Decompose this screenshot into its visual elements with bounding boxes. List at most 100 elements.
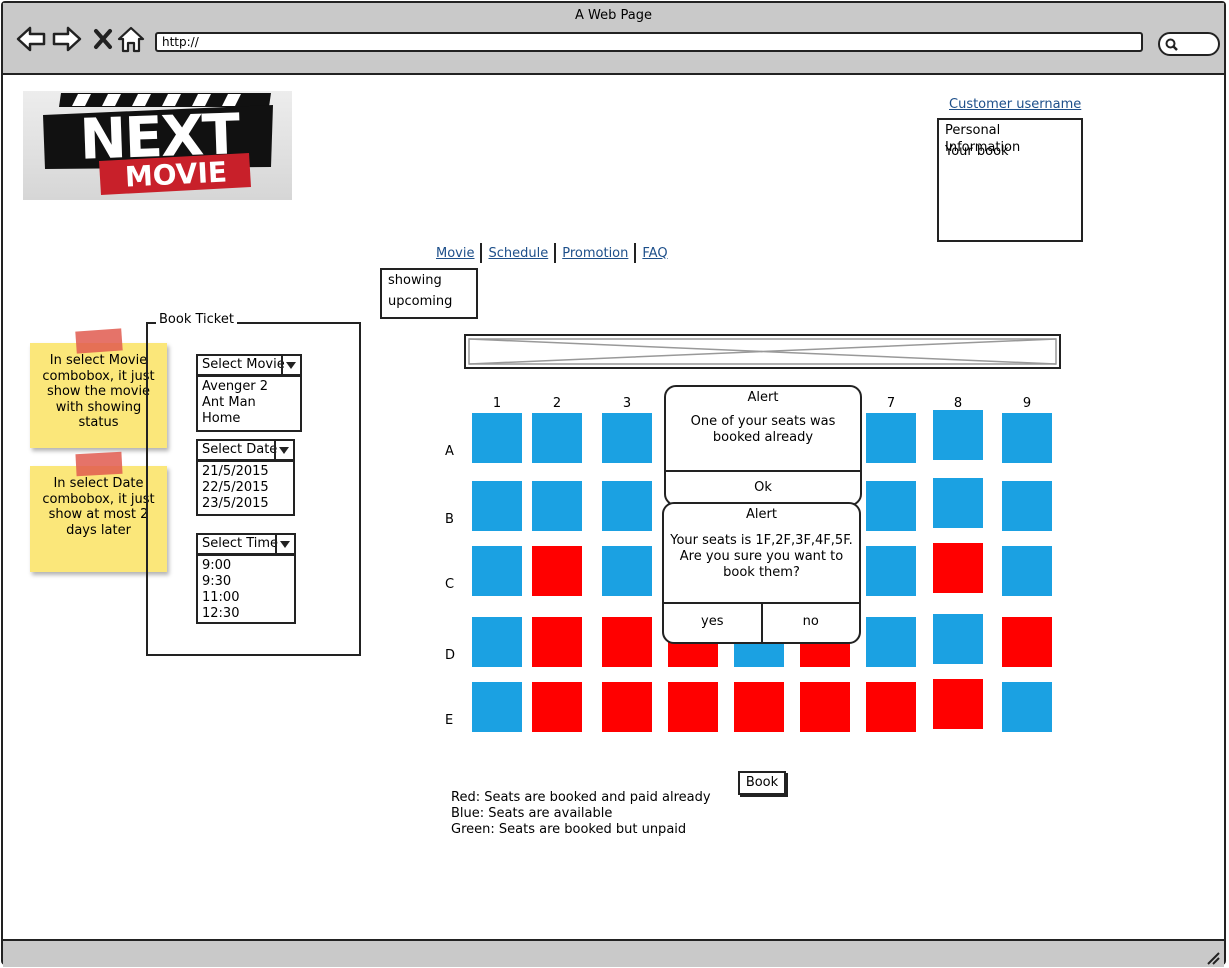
- seat-B2[interactable]: [532, 481, 582, 531]
- legend-red: Red: Seats are booked and paid already: [451, 790, 711, 805]
- alert-button-row: Ok: [666, 470, 860, 504]
- seat-D2[interactable]: [532, 617, 582, 667]
- alert-confirm-booking-dialog: Alert Your seats is 1F,2F,3F,4F,5F. Are …: [662, 502, 861, 644]
- seat-D7[interactable]: [866, 617, 916, 667]
- seat-D8[interactable]: [933, 614, 983, 664]
- seat-C9[interactable]: [1002, 546, 1052, 596]
- seat-B7[interactable]: [866, 481, 916, 531]
- date-option[interactable]: 21/5/2015: [202, 464, 289, 480]
- seat-column-label: 1: [492, 396, 502, 411]
- seat-C8[interactable]: [933, 543, 983, 593]
- dropdown-arrow-icon[interactable]: [274, 441, 293, 459]
- movie-submenu: showing upcoming: [380, 268, 478, 319]
- seat-C7[interactable]: [866, 546, 916, 596]
- select-date-combobox[interactable]: Select Date: [196, 439, 295, 461]
- yes-button[interactable]: yes: [664, 604, 761, 642]
- home-icon[interactable]: [115, 23, 147, 55]
- movie-option[interactable]: Avenger 2: [202, 379, 296, 395]
- seat-A1[interactable]: [472, 413, 522, 463]
- seat-column-label: 8: [953, 396, 963, 411]
- seat-D1[interactable]: [472, 617, 522, 667]
- alert-message: Your seats is 1F,2F,3F,4F,5F. Are you su…: [670, 533, 853, 580]
- seat-column-label: 7: [886, 396, 896, 411]
- legend-green: Green: Seats are booked but unpaid: [451, 822, 687, 837]
- sticky-note-text: In select Date combobox, it just show at…: [42, 476, 155, 538]
- seat-C2[interactable]: [532, 546, 582, 596]
- seat-D9[interactable]: [1002, 617, 1052, 667]
- customer-username-link[interactable]: Customer username: [949, 97, 1081, 112]
- time-option[interactable]: 9:00: [202, 558, 290, 574]
- select-time-combobox[interactable]: Select Time: [196, 533, 296, 555]
- image-placeholder-icon: [468, 338, 1057, 365]
- nav-movie-link[interactable]: Movie: [430, 246, 480, 261]
- date-option[interactable]: 23/5/2015: [202, 496, 289, 512]
- menu-item-personal-information[interactable]: Personal Information: [939, 120, 1081, 155]
- seat-column-label: 2: [552, 396, 562, 411]
- seat-C3[interactable]: [602, 546, 652, 596]
- seat-B3[interactable]: [602, 481, 652, 531]
- alert-title: Alert: [747, 390, 779, 405]
- next-movie-logo[interactable]: NEXT MOVIE: [23, 91, 292, 200]
- seat-B1[interactable]: [472, 481, 522, 531]
- forward-arrow-icon[interactable]: [51, 23, 83, 55]
- window-title: A Web Page: [575, 8, 652, 23]
- seat-row-label: B: [445, 512, 454, 527]
- dropdown-arrow-icon[interactable]: [275, 535, 294, 553]
- user-menu: Personal Information Your book: [937, 118, 1083, 242]
- dropdown-arrow-icon[interactable]: [281, 356, 300, 374]
- nav-faq-link[interactable]: FAQ: [636, 246, 673, 261]
- seat-row-label: E: [445, 713, 454, 728]
- sticky-tape: [75, 328, 123, 354]
- main-nav: Movie Schedule Promotion FAQ: [430, 242, 674, 264]
- alert-title: Alert: [746, 507, 777, 522]
- alert-message: One of your seats was booked already: [690, 414, 836, 445]
- submenu-showing[interactable]: showing: [382, 270, 476, 291]
- time-option[interactable]: 11:00: [202, 590, 290, 606]
- alert-button-row: yes no: [664, 602, 859, 642]
- time-option[interactable]: 12:30: [202, 606, 290, 622]
- url-input[interactable]: http://: [155, 32, 1143, 52]
- seat-column-label: 9: [1022, 396, 1032, 411]
- book-button[interactable]: Book: [738, 771, 786, 795]
- date-listbox[interactable]: 21/5/2015 22/5/2015 23/5/2015: [196, 460, 295, 516]
- seat-row-label: D: [445, 648, 456, 663]
- seat-E4[interactable]: [668, 682, 718, 732]
- seat-E5[interactable]: [734, 682, 784, 732]
- seat-E7[interactable]: [866, 682, 916, 732]
- seat-E3[interactable]: [602, 682, 652, 732]
- back-arrow-icon[interactable]: [15, 23, 47, 55]
- seat-E6[interactable]: [800, 682, 850, 732]
- seat-A2[interactable]: [532, 413, 582, 463]
- resize-grip-icon[interactable]: [1204, 949, 1220, 965]
- sticky-tape: [75, 451, 123, 477]
- browser-search-box[interactable]: [1158, 32, 1220, 56]
- time-option[interactable]: 9:30: [202, 574, 290, 590]
- movie-listbox[interactable]: Avenger 2 Ant Man Home: [196, 375, 302, 432]
- seat-E2[interactable]: [532, 682, 582, 732]
- seat-E1[interactable]: [472, 682, 522, 732]
- movie-option[interactable]: Ant Man: [202, 395, 296, 411]
- time-listbox[interactable]: 9:00 9:30 11:00 12:30: [196, 554, 296, 624]
- seat-A8[interactable]: [933, 410, 983, 460]
- seat-A7[interactable]: [866, 413, 916, 463]
- no-button[interactable]: no: [760, 604, 860, 642]
- seat-D3[interactable]: [602, 617, 652, 667]
- seat-B8[interactable]: [933, 478, 983, 528]
- browser-toolbar: A Web Page http://: [3, 3, 1224, 75]
- seat-A9[interactable]: [1002, 413, 1052, 463]
- nav-schedule-link[interactable]: Schedule: [482, 246, 554, 261]
- seat-column-label: 3: [622, 396, 632, 411]
- seat-A3[interactable]: [602, 413, 652, 463]
- alert-seat-booked-dialog: Alert One of your seats was booked alrea…: [664, 385, 862, 506]
- seat-B9[interactable]: [1002, 481, 1052, 531]
- select-movie-combobox[interactable]: Select Movie: [196, 354, 302, 376]
- movie-option[interactable]: Home: [202, 411, 296, 427]
- seat-E9[interactable]: [1002, 682, 1052, 732]
- nav-promotion-link[interactable]: Promotion: [556, 246, 634, 261]
- submenu-upcoming[interactable]: upcoming: [382, 291, 476, 312]
- date-option[interactable]: 22/5/2015: [202, 480, 289, 496]
- ok-button[interactable]: Ok: [666, 472, 860, 504]
- search-icon: [1165, 38, 1178, 51]
- seat-E8[interactable]: [933, 679, 983, 729]
- seat-C1[interactable]: [472, 546, 522, 596]
